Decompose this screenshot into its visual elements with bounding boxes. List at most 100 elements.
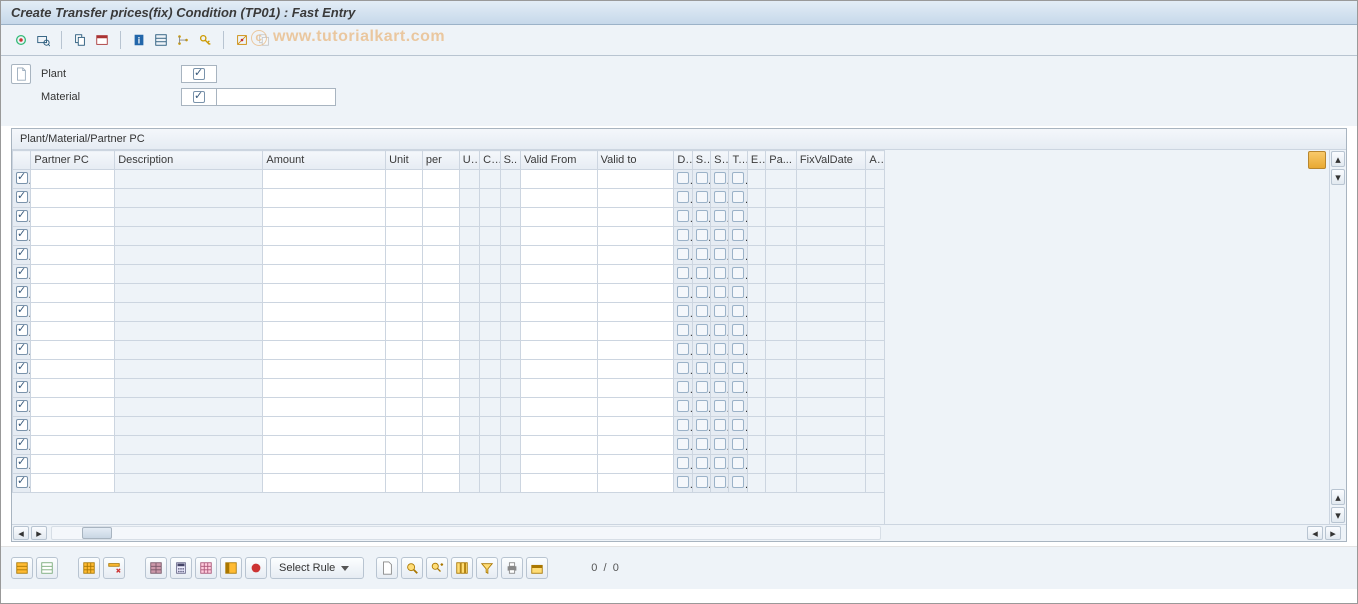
scroll-right-icon[interactable]: ▸ xyxy=(31,526,47,540)
row-selector[interactable] xyxy=(16,381,28,393)
table-row[interactable] xyxy=(13,265,885,284)
document-icon[interactable] xyxy=(11,64,31,84)
cell-amount[interactable] xyxy=(263,265,386,284)
export-button[interactable] xyxy=(526,557,548,579)
col-u[interactable]: U... xyxy=(459,151,479,170)
table-row[interactable] xyxy=(13,208,885,227)
cell-partner-pc[interactable] xyxy=(31,265,115,284)
cell-amount[interactable] xyxy=(263,170,386,189)
cell-d[interactable] xyxy=(674,474,692,493)
cell-s1[interactable] xyxy=(692,265,710,284)
table-row[interactable] xyxy=(13,227,885,246)
cell-unit[interactable] xyxy=(386,170,423,189)
cell-valid-from[interactable] xyxy=(521,246,598,265)
filter-button[interactable] xyxy=(476,557,498,579)
cell-t[interactable] xyxy=(729,227,747,246)
col-t[interactable]: T.. xyxy=(729,151,747,170)
cell-valid-to[interactable] xyxy=(597,284,674,303)
cell-per[interactable] xyxy=(422,265,459,284)
cell-unit[interactable] xyxy=(386,303,423,322)
cell-t[interactable] xyxy=(729,341,747,360)
scroll-left-icon[interactable]: ◂ xyxy=(1307,526,1323,540)
cell-partner-pc[interactable] xyxy=(31,227,115,246)
cell-partner-pc[interactable] xyxy=(31,303,115,322)
cell-s1[interactable] xyxy=(692,227,710,246)
cell-amount[interactable] xyxy=(263,303,386,322)
cell-partner-pc[interactable] xyxy=(31,379,115,398)
cell-valid-from[interactable] xyxy=(521,398,598,417)
cell-partner-pc[interactable] xyxy=(31,398,115,417)
cell-valid-from[interactable] xyxy=(521,360,598,379)
cell-partner-pc[interactable] xyxy=(31,360,115,379)
date-icon[interactable] xyxy=(92,30,112,50)
cell-s2[interactable] xyxy=(711,322,729,341)
cell-partner-pc[interactable] xyxy=(31,170,115,189)
cell-d[interactable] xyxy=(674,379,692,398)
cell-partner-pc[interactable] xyxy=(31,417,115,436)
cell-d[interactable] xyxy=(674,398,692,417)
cell-valid-to[interactable] xyxy=(597,417,674,436)
cell-unit[interactable] xyxy=(386,284,423,303)
table-row[interactable] xyxy=(13,284,885,303)
cell-s1[interactable] xyxy=(692,284,710,303)
table-row[interactable] xyxy=(13,189,885,208)
data-grid[interactable]: Partner PC Description Amount Unit per U… xyxy=(12,150,885,493)
row-selector[interactable] xyxy=(16,229,28,241)
col-c[interactable]: C.. xyxy=(480,151,500,170)
cell-s2[interactable] xyxy=(711,265,729,284)
cell-per[interactable] xyxy=(422,322,459,341)
cell-s1[interactable] xyxy=(692,417,710,436)
cell-d[interactable] xyxy=(674,360,692,379)
cell-unit[interactable] xyxy=(386,189,423,208)
cell-s2[interactable] xyxy=(711,360,729,379)
cell-valid-from[interactable] xyxy=(521,227,598,246)
col-valid-to[interactable]: Valid to xyxy=(597,151,674,170)
cell-d[interactable] xyxy=(674,265,692,284)
cell-d[interactable] xyxy=(674,246,692,265)
material-input[interactable] xyxy=(216,88,336,106)
cell-s2[interactable] xyxy=(711,417,729,436)
cell-per[interactable] xyxy=(422,417,459,436)
cell-unit[interactable] xyxy=(386,398,423,417)
cell-s1[interactable] xyxy=(692,398,710,417)
cell-s2[interactable] xyxy=(711,189,729,208)
row-selector[interactable] xyxy=(16,419,28,431)
table-button[interactable] xyxy=(145,557,167,579)
row-selector[interactable] xyxy=(16,457,28,469)
cell-s2[interactable] xyxy=(711,303,729,322)
deselect-all-button[interactable] xyxy=(36,557,58,579)
cell-t[interactable] xyxy=(729,284,747,303)
cell-amount[interactable] xyxy=(263,455,386,474)
cell-s1[interactable] xyxy=(692,436,710,455)
cell-valid-from[interactable] xyxy=(521,208,598,227)
cell-s1[interactable] xyxy=(692,474,710,493)
cell-amount[interactable] xyxy=(263,227,386,246)
cell-unit[interactable] xyxy=(386,265,423,284)
grid-cfg-button[interactable] xyxy=(220,557,242,579)
cell-amount[interactable] xyxy=(263,341,386,360)
cell-valid-to[interactable] xyxy=(597,208,674,227)
table-row[interactable] xyxy=(13,246,885,265)
col-a[interactable]: A.. xyxy=(866,151,885,170)
cell-d[interactable] xyxy=(674,322,692,341)
cell-partner-pc[interactable] xyxy=(31,322,115,341)
print-button[interactable] xyxy=(501,557,523,579)
cell-s2[interactable] xyxy=(711,208,729,227)
cell-s1[interactable] xyxy=(692,303,710,322)
cell-per[interactable] xyxy=(422,284,459,303)
cell-s1[interactable] xyxy=(692,360,710,379)
cell-per[interactable] xyxy=(422,189,459,208)
cell-s2[interactable] xyxy=(711,436,729,455)
col-s[interactable]: S.. xyxy=(500,151,520,170)
cell-amount[interactable] xyxy=(263,284,386,303)
scroll-thumb[interactable] xyxy=(82,527,112,539)
cell-valid-to[interactable] xyxy=(597,227,674,246)
cell-t[interactable] xyxy=(729,417,747,436)
col-s1[interactable]: S.. xyxy=(692,151,710,170)
display-icon[interactable] xyxy=(33,30,53,50)
row-selector[interactable] xyxy=(16,438,28,450)
cell-s2[interactable] xyxy=(711,227,729,246)
cell-valid-from[interactable] xyxy=(521,322,598,341)
cell-d[interactable] xyxy=(674,189,692,208)
scroll-up-icon[interactable]: ▾ xyxy=(1331,169,1345,185)
